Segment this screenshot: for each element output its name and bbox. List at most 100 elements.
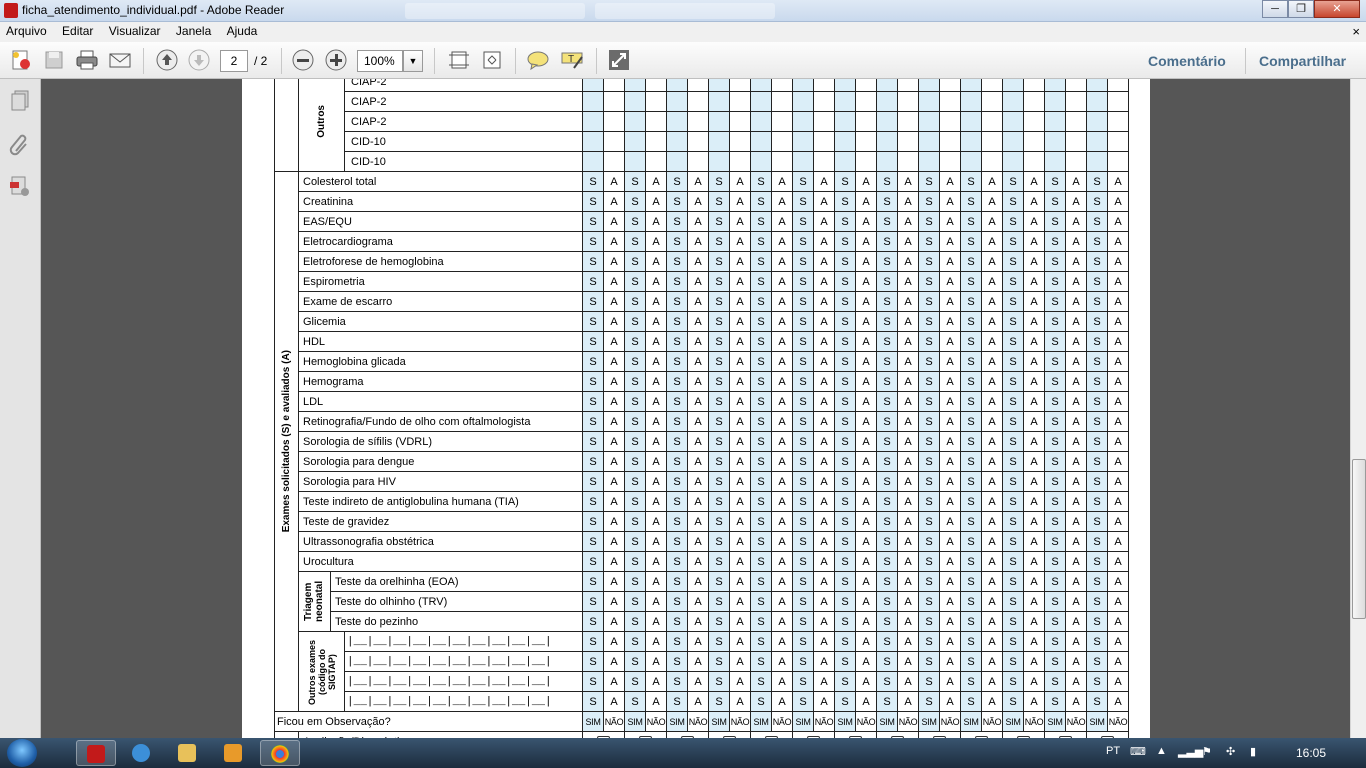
code-entry-cell[interactable] [582, 79, 604, 92]
exam-evaluated-cell[interactable]: A [1065, 511, 1087, 532]
exam-requested-cell[interactable]: S [666, 511, 688, 532]
exam-evaluated-cell[interactable]: A [981, 631, 1003, 652]
exam-requested-cell[interactable]: S [666, 391, 688, 412]
code-entry-cell[interactable] [708, 79, 730, 92]
exam-evaluated-cell[interactable]: A [939, 351, 961, 372]
observation-no-cell[interactable]: NÃO [1023, 711, 1045, 732]
code-entry-cell[interactable] [708, 151, 730, 172]
exam-evaluated-cell[interactable]: A [1107, 251, 1129, 272]
code-entry-cell[interactable] [960, 111, 982, 132]
exam-evaluated-cell[interactable]: A [1107, 551, 1129, 572]
exam-evaluated-cell[interactable]: A [939, 651, 961, 672]
exam-requested-cell[interactable]: S [960, 231, 982, 252]
exam-requested-cell[interactable]: S [1086, 311, 1108, 332]
exam-requested-cell[interactable]: S [792, 391, 814, 412]
code-entry-cell[interactable] [960, 151, 982, 172]
exam-evaluated-cell[interactable]: A [771, 271, 793, 292]
code-entry-cell[interactable] [666, 79, 688, 92]
exam-requested-cell[interactable]: S [792, 531, 814, 552]
exam-requested-cell[interactable]: S [792, 551, 814, 572]
exam-evaluated-cell[interactable]: A [771, 511, 793, 532]
exam-requested-cell[interactable]: S [1044, 491, 1066, 512]
exam-requested-cell[interactable]: S [750, 611, 772, 632]
exam-requested-cell[interactable]: S [582, 291, 604, 312]
exam-requested-cell[interactable]: S [624, 431, 646, 452]
exam-evaluated-cell[interactable]: A [897, 531, 919, 552]
exam-requested-cell[interactable]: S [582, 271, 604, 292]
exam-evaluated-cell[interactable]: A [771, 471, 793, 492]
exam-evaluated-cell[interactable]: A [729, 471, 751, 492]
code-entry-cell[interactable] [855, 91, 877, 112]
exam-requested-cell[interactable]: S [1002, 531, 1024, 552]
exam-evaluated-cell[interactable]: A [771, 651, 793, 672]
code-entry-cell[interactable] [1002, 151, 1024, 172]
exam-evaluated-cell[interactable]: A [687, 311, 709, 332]
exam-evaluated-cell[interactable]: A [645, 351, 667, 372]
exam-evaluated-cell[interactable]: A [939, 331, 961, 352]
exam-requested-cell[interactable]: S [624, 231, 646, 252]
exam-requested-cell[interactable]: S [918, 171, 940, 192]
code-entry-cell[interactable] [813, 111, 835, 132]
exam-evaluated-cell[interactable]: A [771, 391, 793, 412]
action-center-icon[interactable]: ⚑ [1202, 745, 1212, 758]
exam-requested-cell[interactable]: S [750, 591, 772, 612]
exam-requested-cell[interactable]: S [918, 211, 940, 232]
exam-requested-cell[interactable]: S [582, 571, 604, 592]
exam-evaluated-cell[interactable]: A [645, 371, 667, 392]
exam-evaluated-cell[interactable]: A [645, 591, 667, 612]
exam-evaluated-cell[interactable]: A [687, 691, 709, 712]
exam-evaluated-cell[interactable]: A [939, 171, 961, 192]
code-entry-cell[interactable] [687, 151, 709, 172]
exam-requested-cell[interactable]: S [834, 631, 856, 652]
exam-evaluated-cell[interactable]: A [1107, 211, 1129, 232]
exam-evaluated-cell[interactable]: A [729, 291, 751, 312]
exam-evaluated-cell[interactable]: A [729, 631, 751, 652]
exam-requested-cell[interactable]: S [918, 651, 940, 672]
exam-evaluated-cell[interactable]: A [1107, 671, 1129, 692]
exam-evaluated-cell[interactable]: A [771, 671, 793, 692]
exam-requested-cell[interactable]: S [624, 391, 646, 412]
exam-requested-cell[interactable]: S [876, 491, 898, 512]
observation-no-cell[interactable]: NÃO [981, 711, 1003, 732]
exam-evaluated-cell[interactable]: A [981, 451, 1003, 472]
exam-evaluated-cell[interactable]: A [813, 651, 835, 672]
print-button[interactable] [75, 49, 99, 71]
exam-evaluated-cell[interactable]: A [1065, 191, 1087, 212]
exam-requested-cell[interactable]: S [708, 471, 730, 492]
exam-evaluated-cell[interactable]: A [603, 491, 625, 512]
exam-evaluated-cell[interactable]: A [1065, 691, 1087, 712]
exam-requested-cell[interactable]: S [708, 491, 730, 512]
exam-evaluated-cell[interactable]: A [1107, 431, 1129, 452]
signatures-button[interactable] [8, 175, 32, 199]
exam-requested-cell[interactable]: S [960, 371, 982, 392]
exam-requested-cell[interactable]: S [582, 171, 604, 192]
exam-evaluated-cell[interactable]: A [771, 411, 793, 432]
exam-evaluated-cell[interactable]: A [603, 251, 625, 272]
code-entry-cell[interactable] [771, 79, 793, 92]
exam-evaluated-cell[interactable]: A [771, 571, 793, 592]
exam-requested-cell[interactable]: S [708, 171, 730, 192]
exam-requested-cell[interactable]: S [876, 191, 898, 212]
exam-requested-cell[interactable]: S [876, 471, 898, 492]
email-button[interactable] [108, 49, 132, 71]
exam-evaluated-cell[interactable]: A [981, 171, 1003, 192]
exam-evaluated-cell[interactable]: A [855, 611, 877, 632]
exam-requested-cell[interactable]: S [666, 611, 688, 632]
exam-evaluated-cell[interactable]: A [771, 191, 793, 212]
code-entry-cell[interactable] [603, 151, 625, 172]
exam-requested-cell[interactable]: S [960, 271, 982, 292]
exam-evaluated-cell[interactable]: A [1107, 371, 1129, 392]
exam-requested-cell[interactable]: S [708, 191, 730, 212]
code-entry-cell[interactable] [792, 111, 814, 132]
exam-evaluated-cell[interactable]: A [645, 471, 667, 492]
exam-requested-cell[interactable]: S [624, 291, 646, 312]
exam-evaluated-cell[interactable]: A [897, 591, 919, 612]
code-entry-cell[interactable] [792, 131, 814, 152]
exam-requested-cell[interactable]: S [876, 591, 898, 612]
exam-requested-cell[interactable]: S [1044, 251, 1066, 272]
exam-evaluated-cell[interactable]: A [771, 251, 793, 272]
code-entry-cell[interactable] [1044, 111, 1066, 132]
exam-requested-cell[interactable]: S [1086, 611, 1108, 632]
previous-page-button[interactable] [155, 49, 179, 71]
exam-evaluated-cell[interactable]: A [855, 411, 877, 432]
